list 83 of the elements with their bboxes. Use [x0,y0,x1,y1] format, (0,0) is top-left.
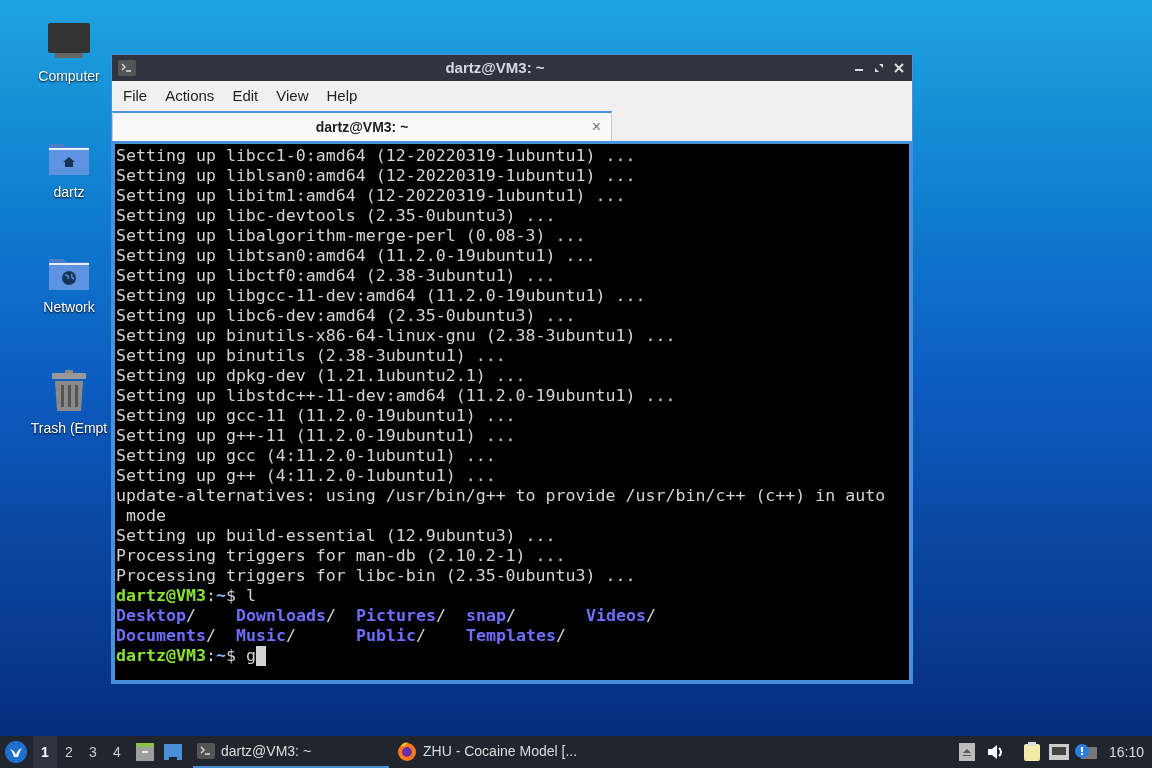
terminal-line: Setting up dpkg-dev (1.21.1ubuntu2.1) ... [116,366,527,386]
notification-icon[interactable] [1074,744,1097,760]
directory-name[interactable]: Templates [466,626,556,646]
workspace-button[interactable]: 3 [81,736,105,768]
menu-item[interactable]: Help [319,84,365,108]
terminal-line: Setting up binutils (2.38-3ubuntu1) ... [116,346,507,366]
directory-name[interactable]: Desktop [116,606,186,626]
trash-icon [51,370,87,412]
terminal-line: Setting up g++-11 (11.2.0-19ubuntu1) ... [116,426,517,446]
workspace-button[interactable]: 4 [105,736,129,768]
directory-name[interactable]: Public [356,626,416,646]
terminal-line: Processing triggers for man-db (2.10.2-1) ... [116,546,567,566]
directory-suffix: / [325,606,336,626]
menu-item[interactable]: File [116,84,155,108]
directory-name[interactable]: Documents [116,626,206,646]
file-cabinet-icon[interactable] [135,742,155,762]
terminal-line: mode [125,506,167,526]
maximize-icon[interactable] [874,63,884,73]
monitor-icon [47,22,91,60]
start-menu-icon[interactable] [5,741,27,763]
terminal-line: Setting up build-essential (12.9ubuntu3) ... [116,526,557,546]
prompt-sign: $ [225,646,237,666]
window-title: dartz@VM3: ~ [444,57,546,78]
browser-icon [397,741,417,761]
terminal-line: Setting up gcc (4:11.2.0-1ubuntu1) ... [116,446,497,466]
desktop-icon-label[interactable]: Trash (Empt [30,418,108,439]
volume-icon[interactable] [986,744,1005,760]
menu-item[interactable]: Edit [225,84,266,108]
directory-suffix: / [555,626,566,646]
directory-suffix: / [645,606,656,626]
show-desktop-icon[interactable] [163,743,183,761]
clock: 16:10 [1108,742,1144,762]
directory-suffix: / [185,606,196,626]
directory-suffix: / [505,606,516,626]
terminal-line: Setting up libitm1:amd64 (12-20220319-1ubuntu1) ... [116,186,627,206]
clipboard-icon[interactable] [1022,742,1041,762]
network-icon[interactable] [1048,744,1069,760]
terminal-line: Setting up libtsan0:amd64 (11.2.0-19ubuntu1) ... [116,246,597,266]
close-icon[interactable] [894,63,904,73]
terminal-icon [118,60,136,76]
typed-command: l [245,586,256,606]
terminal-line: Setting up libalgorithm-merge-perl (0.08-3) ... [116,226,587,246]
terminal-line: Processing triggers for libc-bin (2.35-0ubuntu3) ... [116,566,637,586]
terminal-line: Setting up libgcc-11-dev:amd64 (11.2.0-19ubuntu1) ... [116,286,647,306]
desktop-icon-label[interactable]: Network [43,297,95,318]
prompt-path: ~ [215,586,226,606]
directory-name[interactable]: Pictures [356,606,436,626]
terminal-line: Setting up gcc-11 (11.2.0-19ubuntu1) ... [116,406,517,426]
terminal-line: Setting up g++ (4:11.2.0-1ubuntu1) ... [116,466,497,486]
eject-icon[interactable] [958,743,975,761]
terminal-line: Setting up liblsan0:amd64 (12-20220319-1ubuntu1) ... [116,166,637,186]
terminal-line: Setting up libc6-dev:amd64 (2.35-0ubuntu3) ... [116,306,577,326]
menu-item[interactable]: Actions [158,84,222,108]
directory-suffix: / [285,626,296,646]
taskbar-task[interactable]: dartz@VM3: ~ [193,736,389,768]
desktop-icon-label[interactable]: dartz [53,182,85,203]
directory-suffix: / [205,626,216,646]
terminal-line: Setting up libctf0:amd64 (2.38-3ubuntu1) ... [116,266,557,286]
directory-name[interactable]: snap [466,606,506,626]
tab-close-button[interactable]: × [591,115,601,139]
prompt-path: ~ [215,646,226,666]
taskbar-task[interactable]: ZHU - Cocaine Model [... [393,736,589,768]
terminal-icon [197,743,215,759]
directory-name[interactable]: Music [236,626,286,646]
terminal-line: Setting up libstdc++-11-dev:amd64 (11.2.0-19ubuntu1) ... [116,386,677,406]
terminal-tab[interactable]: dartz@VM3: ~ × [112,111,612,141]
directory-suffix: / [415,626,426,646]
terminal-line: update-alternatives: using /usr/bin/g++ to provide /usr/bin/c++ (c++) in auto [116,486,887,506]
menu-item[interactable]: View [269,84,316,108]
prompt-sign: $ [225,586,237,606]
terminal-line: Setting up libcc1-0:amd64 (12-20220319-1ubuntu1) ... [116,146,637,166]
workspace-button[interactable]: 1 [33,736,57,768]
terminal-line: Setting up binutils-x86-64-linux-gnu (2.38-3ubuntu1) ... [116,326,677,346]
prompt-separator: : [205,646,216,666]
typed-command: g [245,646,256,666]
workspace-button[interactable]: 2 [57,736,81,768]
terminal-line: Setting up libc-devtools (2.35-0ubuntu3) ... [116,206,557,226]
directory-name[interactable]: Downloads [236,606,326,626]
directory-suffix: / [435,606,446,626]
prompt-user: dartz@VM3 [116,586,206,606]
prompt-separator: : [205,586,216,606]
directory-name[interactable]: Videos [586,606,646,626]
prompt-user: dartz@VM3 [116,646,206,666]
